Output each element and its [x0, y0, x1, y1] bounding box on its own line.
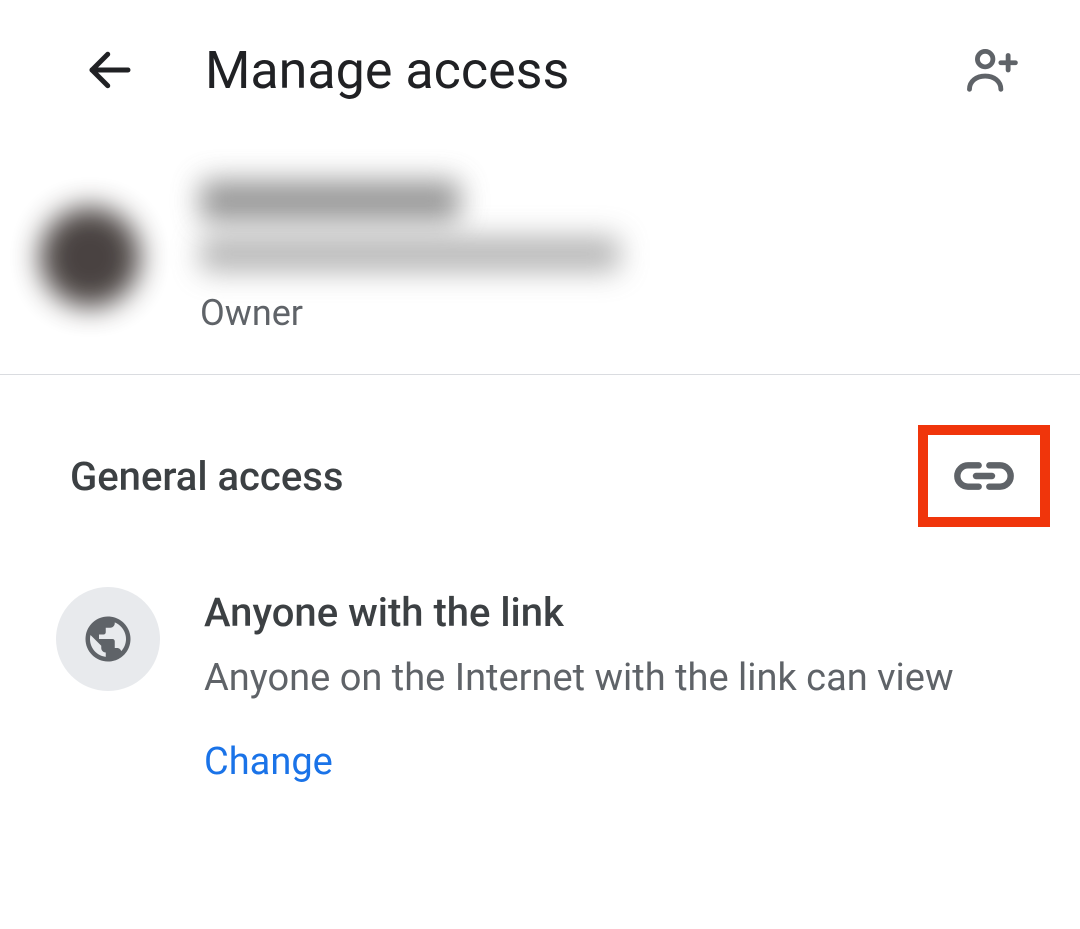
- avatar: [40, 207, 140, 307]
- copy-link-button[interactable]: [950, 451, 1018, 501]
- link-icon: [952, 456, 1016, 496]
- change-access-link[interactable]: Change: [204, 740, 333, 784]
- copy-link-highlight: [918, 425, 1050, 527]
- owner-email-blurred: [200, 236, 620, 272]
- public-access-icon-container: [56, 587, 160, 691]
- general-access-header: General access: [0, 375, 1080, 547]
- globe-icon: [81, 612, 135, 666]
- access-text: Anyone with the link Anyone on the Inter…: [204, 587, 954, 784]
- arrow-left-icon: [83, 43, 137, 97]
- access-type-description: Anyone on the Internet with the link can…: [204, 653, 954, 704]
- general-access-title: General access: [70, 453, 343, 500]
- owner-row[interactable]: Owner: [0, 140, 1080, 374]
- page-title: Manage access: [205, 40, 950, 101]
- owner-role-label: Owner: [200, 292, 620, 334]
- owner-name-blurred: [200, 180, 460, 222]
- owner-text: Owner: [200, 180, 620, 334]
- header: Manage access: [0, 0, 1080, 140]
- person-add-icon: [961, 41, 1019, 99]
- back-button[interactable]: [70, 30, 150, 110]
- access-type-title: Anyone with the link: [204, 587, 954, 639]
- access-row[interactable]: Anyone with the link Anyone on the Inter…: [0, 547, 1080, 824]
- add-person-button[interactable]: [950, 30, 1030, 110]
